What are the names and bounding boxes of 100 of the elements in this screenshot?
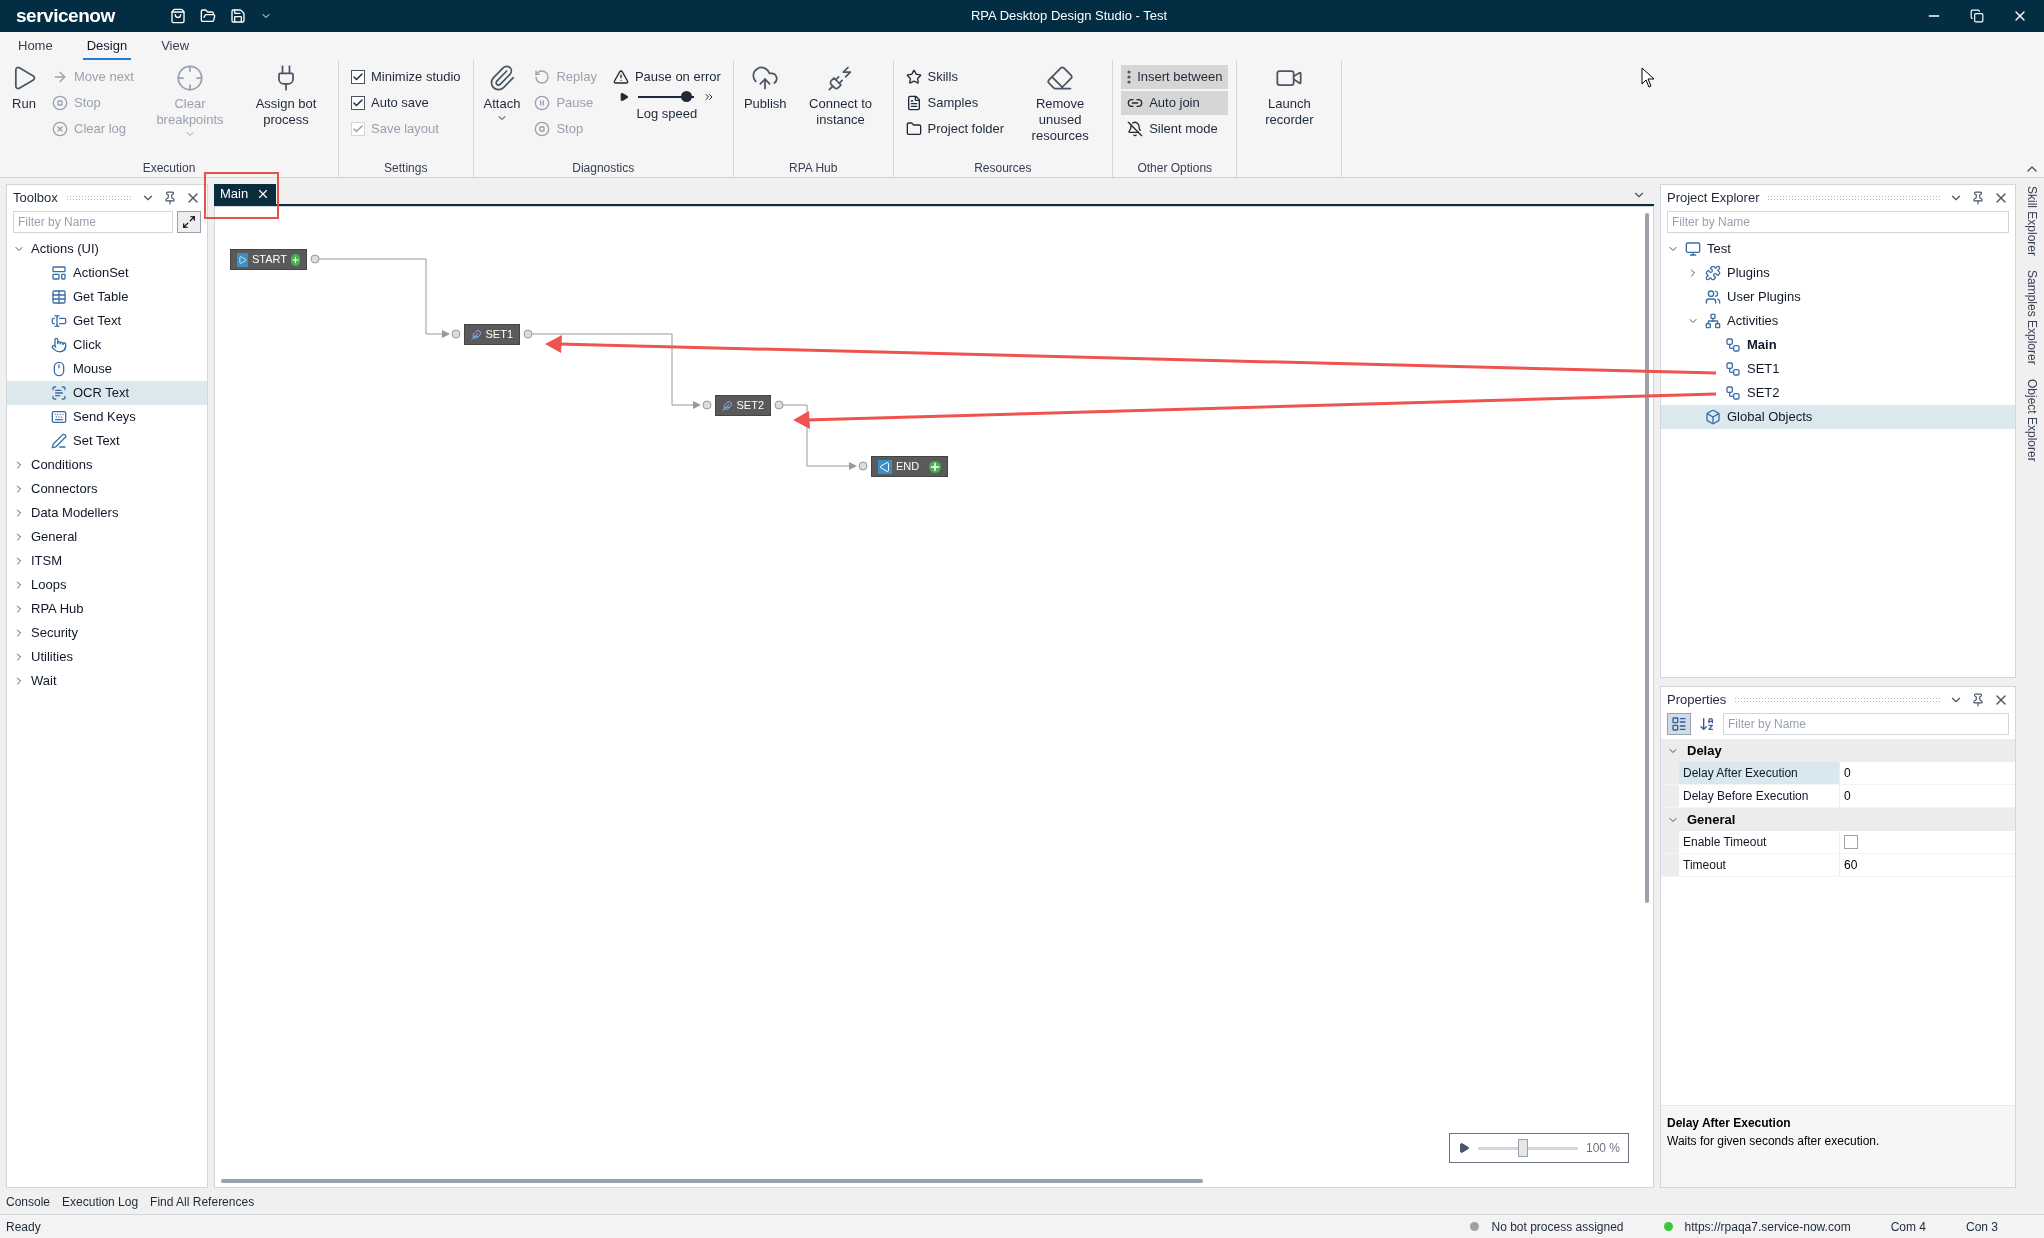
tree-item[interactable]: SET1 [1661, 357, 2015, 381]
bottom-tab[interactable]: Find All References [150, 1193, 255, 1211]
bag-icon[interactable] [170, 8, 186, 24]
horizontal-scrollbar[interactable] [221, 1179, 1203, 1183]
tree-item[interactable]: Global Objects [1661, 405, 2015, 429]
toggle-button[interactable]: Auto join [1121, 91, 1229, 115]
checkbox[interactable] [351, 70, 365, 84]
status-label: No bot process assigned [1491, 1218, 1624, 1236]
tree-item[interactable]: Activities [1661, 309, 2015, 333]
flow-node[interactable]: START [230, 249, 307, 270]
vertical-scrollbar[interactable] [1645, 213, 1649, 903]
property-value[interactable]: 60 [1844, 856, 1858, 874]
tree-item[interactable]: OCR Text [7, 381, 207, 405]
property-value[interactable]: 0 [1844, 787, 1851, 805]
flow-node[interactable]: SET1 [464, 324, 520, 345]
tree-item[interactable]: Mouse [7, 357, 207, 381]
ribbon-large-button[interactable]: Connect to instance [792, 60, 889, 159]
tree-item[interactable]: Security [7, 621, 207, 645]
tree-item[interactable]: Conditions [7, 453, 207, 477]
property-group[interactable]: Delay [1661, 739, 2015, 762]
ribbon-large-button[interactable]: Remove unused resources [1012, 60, 1109, 159]
categorized-button[interactable] [1667, 713, 1691, 735]
add-icon[interactable] [291, 253, 300, 266]
ribbon-button[interactable]: Pause on error [608, 64, 725, 90]
filter-field[interactable]: Filter by Name [1667, 211, 2009, 233]
ribbon-large-button[interactable]: Assign bot process [238, 60, 334, 159]
ribbon-large-button[interactable]: Run [4, 60, 44, 159]
checkbox-option[interactable]: Auto save [347, 90, 465, 116]
restore-icon[interactable] [1970, 9, 1984, 23]
pin-icon[interactable] [163, 191, 177, 205]
add-icon[interactable] [929, 460, 941, 473]
description-text: Waits for given seconds after execution. [1667, 1133, 1881, 1150]
property-value[interactable]: 0 [1844, 764, 1851, 782]
tree-item[interactable]: SET2 [1661, 381, 2015, 405]
document-tab[interactable]: Main [214, 184, 277, 204]
tree-item[interactable]: Connectors [7, 477, 207, 501]
ribbon-large-button[interactable]: Publish [737, 60, 793, 159]
tree-item[interactable]: Utilities [7, 645, 207, 669]
save-icon[interactable] [230, 8, 246, 24]
side-tab[interactable]: Samples Explorer [2023, 270, 2041, 365]
ribbon-large-button[interactable]: Launch recorder [1241, 60, 1338, 177]
tree-item[interactable]: ActionSet [7, 261, 207, 285]
zoom-slider[interactable] [1478, 1139, 1578, 1157]
button-icon [534, 95, 551, 111]
tree-item[interactable]: Get Table [7, 285, 207, 309]
tree-item[interactable]: Actions (UI) [7, 237, 207, 261]
flow-node[interactable]: END [871, 456, 948, 477]
pin-icon[interactable] [1971, 191, 1985, 205]
play-icon[interactable] [1458, 1142, 1470, 1154]
checkbox[interactable] [351, 96, 365, 110]
expand-icon [182, 215, 196, 229]
side-tab[interactable]: Object Explorer [2023, 378, 2041, 462]
tree-item[interactable]: Send Keys [7, 405, 207, 429]
cursor-icon [1641, 67, 1655, 88]
folder-icon[interactable] [200, 8, 216, 24]
bottom-tab[interactable]: Console [6, 1193, 51, 1211]
tree-item[interactable]: Loops [7, 573, 207, 597]
property-name[interactable]: Timeout [1679, 854, 1839, 876]
checkbox[interactable] [1844, 835, 1858, 849]
ribbon-button[interactable]: Samples [901, 90, 1009, 116]
property-name[interactable]: Delay After Execution [1679, 762, 1839, 784]
toggle-button[interactable]: Insert between [1121, 65, 1229, 89]
tree-item[interactable]: ITSM [7, 549, 207, 573]
flow-node[interactable]: SET2 [715, 395, 771, 416]
tree-item[interactable]: Get Text [7, 309, 207, 333]
tree-item[interactable]: Click [7, 333, 207, 357]
tree-item[interactable]: Wait [7, 669, 207, 693]
tree-item[interactable]: Main [1661, 333, 2015, 357]
ribbon-button[interactable]: Skills [901, 64, 1009, 90]
filter-field[interactable]: Filter by Name [1723, 713, 2009, 735]
tree-item[interactable]: Plugins [1661, 261, 2015, 285]
ribbon-large-button[interactable]: Attach [477, 60, 527, 159]
brand-logo: servicenow [16, 3, 117, 28]
toggle-button[interactable]: Silent mode [1121, 117, 1229, 141]
tree-item[interactable]: Set Text [7, 429, 207, 453]
tree-icon [1705, 409, 1721, 425]
ribbon-button[interactable]: Project folder [901, 116, 1009, 142]
button-icon [905, 95, 922, 111]
tree-item[interactable]: User Plugins [1661, 285, 2015, 309]
design-canvas[interactable]: START SET1 SET2 END 100 % [214, 206, 1654, 1188]
tree-item[interactable]: RPA Hub [7, 597, 207, 621]
menu-tab[interactable]: View [157, 34, 194, 60]
filter-field[interactable]: Filter by Name [13, 211, 173, 233]
tree-icon [1725, 361, 1741, 377]
button-icon [1046, 64, 1075, 92]
tree-item[interactable]: Test [1661, 237, 2015, 261]
group-label: Other Options [1136, 160, 1214, 177]
expand-button[interactable] [177, 211, 201, 233]
bottom-tab[interactable]: Execution Log [62, 1193, 139, 1211]
pin-icon[interactable] [1971, 693, 1985, 707]
tree-item[interactable]: Data Modellers [7, 501, 207, 525]
checkbox-option[interactable]: Minimize studio [347, 64, 465, 90]
menu-tab[interactable]: Home [14, 34, 57, 60]
tree-item[interactable]: General [7, 525, 207, 549]
property-name[interactable]: Delay Before Execution [1679, 785, 1839, 807]
side-tab[interactable]: Skill Explorer [2023, 186, 2041, 257]
property-group[interactable]: General [1661, 808, 2015, 831]
tree-icon [1685, 241, 1701, 257]
tree-icon [51, 385, 67, 401]
property-name[interactable]: Enable Timeout [1679, 831, 1839, 853]
